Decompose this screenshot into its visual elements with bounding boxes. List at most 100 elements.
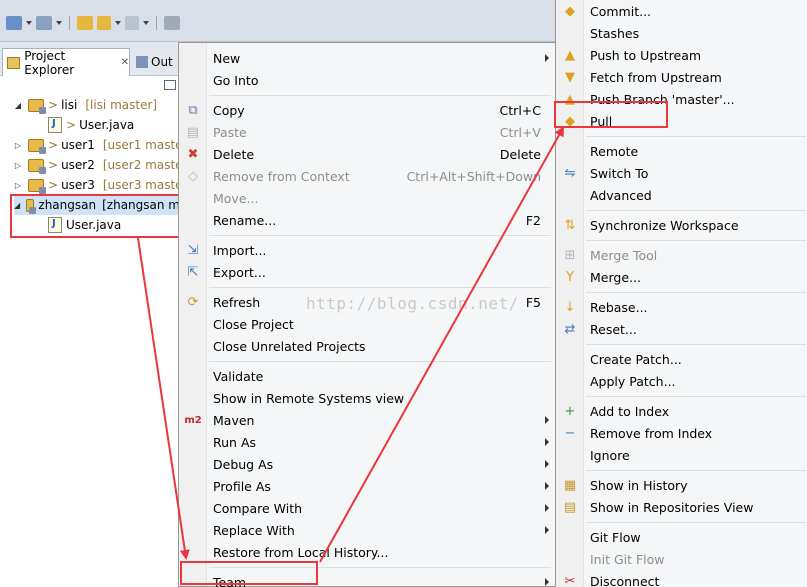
menu-item-merge-tool[interactable]: ⊞ Merge Tool [556,244,807,266]
collapsed-arrow-icon[interactable]: ▷ [14,161,22,170]
menu-item-new[interactable]: New [179,47,555,69]
menu-item-validate[interactable]: Validate [179,365,555,387]
menu-item-debug-as[interactable]: Debug As [179,453,555,475]
menu-item-label: Stashes [590,25,640,41]
menu-item-reset[interactable]: ⇄ Reset... [556,318,807,340]
save-icon[interactable] [36,16,52,30]
menu-item-rebase[interactable]: ↓ Rebase... [556,296,807,318]
collapsed-arrow-icon[interactable]: ▷ [14,181,22,190]
menu-item-close-project[interactable]: Close Project [179,313,555,335]
menu-item-switch-to[interactable]: ⇋ Switch To [556,162,807,184]
menu-item-compare-with[interactable]: Compare With [179,497,555,519]
menu-item-label: Rebase... [590,299,648,315]
project-icon [28,178,46,194]
menu-item-apply-patch[interactable]: Apply Patch... [556,370,807,392]
menu-item-disconnect[interactable]: ✂ Disconnect [556,570,807,587]
menu-item-merge[interactable]: Y Merge... [556,266,807,288]
menu-item-copy[interactable]: ⧉ Copy Ctrl+C [179,99,555,121]
external-tools-icon[interactable] [164,16,180,30]
menu-item-run-as[interactable]: Run As [179,431,555,453]
menu-item-show-in-remote-systems-view[interactable]: Show in Remote Systems view [179,387,555,409]
menu-item-shortcut: F2 [525,212,541,228]
annotation-box-project [10,194,180,238]
commit-icon: ◆ [565,3,575,19]
menu-item-rename[interactable]: Rename... F2 [179,209,555,231]
menu-item-replace-with[interactable]: Replace With [179,519,555,541]
menu-item-paste[interactable]: ▤ Paste Ctrl+V [179,121,555,143]
menu-item-label: Delete [213,146,255,162]
menu-item-commit[interactable]: ◆Commit...Ctrl+ [556,0,807,22]
menu-item-export[interactable]: ⇱ Export... [179,261,555,283]
menu-separator [586,210,806,211]
menu-item-profile-as[interactable]: Profile As [179,475,555,497]
menu-item-fetch-from-upstream[interactable]: ▼ Fetch from Upstream [556,66,807,88]
expanded-arrow-icon[interactable]: ◢ [14,101,22,110]
menu-separator [586,344,806,345]
tree-item-project[interactable]: ▷ > user1 [user1 maste [14,135,183,155]
menu-item-label: Export... [213,264,266,280]
tree-item-file[interactable]: > User.java [48,115,134,135]
tree-item-project[interactable]: ▷ > user2 [user2 maste [14,155,183,175]
tree-item-project[interactable]: ▷ > user3 [user3 maste [14,175,183,195]
menu-item-git-flow[interactable]: Git Flow [556,526,807,548]
menu-item-init-git-flow[interactable]: Init Git Flow [556,548,807,570]
java-file-icon [48,117,62,133]
menu-item-shortcut: Ctrl+C [499,102,541,118]
menu-item-label: Paste [213,124,247,140]
tab-label: Project Explorer [24,48,75,77]
menu-item-close-unrelated-projects[interactable]: Close Unrelated Projects [179,335,555,357]
tab-project-explorer[interactable]: Project Explorer ✕ [2,48,130,77]
menu-item-label: Ignore [590,447,630,463]
menu-item-move[interactable]: Move... [179,187,555,209]
close-icon[interactable]: ✕ [121,57,129,68]
menu-item-synchronize-workspace[interactable]: ⇅ Synchronize Workspace [556,214,807,236]
tree-item-project[interactable]: ◢ > lisi [lisi master] [14,95,157,115]
menu-separator [586,470,806,471]
menu-item-show-in-history[interactable]: ▦ Show in History [556,474,807,496]
tab-outline[interactable]: Out [136,50,180,74]
menu-item-create-patch[interactable]: Create Patch... [556,348,807,370]
menu-item-maven[interactable]: m2 Maven [179,409,555,431]
menu-item-label: Show in Remote Systems view [213,390,405,406]
submenu-arrow-icon [545,438,549,446]
chevron-down-icon[interactable] [143,21,149,25]
menu-item-label: Remove from Context [213,168,350,184]
back-icon[interactable] [97,16,111,30]
menu-item-remove-from-index[interactable]: − Remove from Index [556,422,807,444]
collapse-all-icon[interactable] [164,80,176,90]
menu-item-import[interactable]: ⇲ Import... [179,239,555,261]
forward-icon[interactable] [125,16,139,30]
tab-label: Out [151,55,173,69]
menu-item-label: Rename... [213,212,277,228]
new-wizard-icon[interactable] [6,16,22,30]
menu-item-label: Apply Patch... [590,373,676,389]
menu-item-restore-from-local-history[interactable]: Restore from Local History... [179,541,555,563]
menu-item-label: Merge... [590,269,641,285]
menu-item-label: Advanced [590,187,652,203]
menu-item-stashes[interactable]: Stashes [556,22,807,44]
switch-icon: ⇋ [564,165,576,181]
outline-icon [136,56,148,68]
menu-item-ignore[interactable]: Ignore [556,444,807,466]
menu-item-delete[interactable]: ✖ Delete Delete [179,143,555,165]
menu-item-go-into[interactable]: Go Into [179,69,555,91]
menu-item-label: Validate [213,368,264,384]
delete-icon: ✖ [187,146,199,162]
menu-item-push-to-upstream[interactable]: ▲ Push to Upstream [556,44,807,66]
menu-item-label: Push to Upstream [590,47,702,63]
history-icon: ▦ [563,477,577,493]
menu-item-advanced[interactable]: Advanced [556,184,807,206]
toolbar-divider [69,16,70,30]
menu-separator [209,95,551,96]
collapsed-arrow-icon[interactable]: ▷ [14,141,22,150]
chevron-down-icon[interactable] [26,21,32,25]
chevron-down-icon[interactable] [115,21,121,25]
print-icon[interactable] [77,16,93,30]
menu-item-shortcut: Ctrl+Alt+Shift+Down [406,168,541,184]
menu-item-add-to-index[interactable]: + Add to Index [556,400,807,422]
menu-item-remote[interactable]: Remote [556,140,807,162]
menu-item-remove-from-context[interactable]: ◇ Remove from Context Ctrl+Alt+Shift+Down [179,165,555,187]
chevron-down-icon[interactable] [56,21,62,25]
disconnect-icon: ✂ [564,573,576,587]
menu-item-show-in-repositories-view[interactable]: ▤ Show in Repositories View [556,496,807,518]
